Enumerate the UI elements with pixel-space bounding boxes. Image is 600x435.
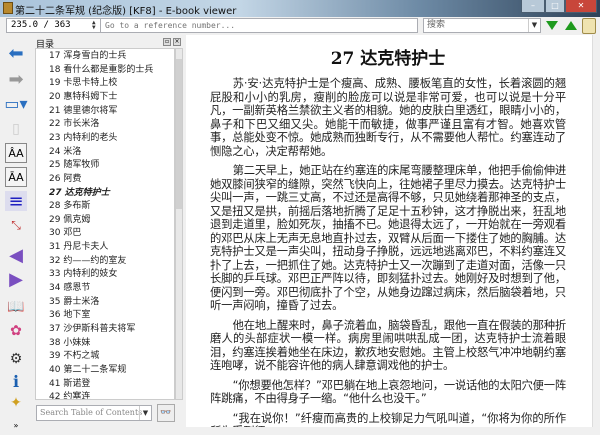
- reader-scrollbar[interactable]: [592, 35, 600, 427]
- toc-item[interactable]: 20 惠特科姆下士: [49, 91, 117, 104]
- toc-item[interactable]: 32 约——约的室友: [49, 255, 126, 268]
- paragraph: 第二天早上，她正站在约塞连的床尾弯腰整理床单，他把手偷偷伸进她双膝间狭窄的缝隙，…: [210, 164, 566, 312]
- toc-item[interactable]: 30 邓巴: [49, 227, 81, 240]
- binoculars-icon[interactable]: 👓: [157, 404, 175, 422]
- font-smaller-icon[interactable]: ĀA: [5, 167, 27, 187]
- toc-item[interactable]: 22 市长米洛: [49, 118, 99, 131]
- toc-item[interactable]: 38 小妹妹: [49, 337, 90, 350]
- toc-item[interactable]: 33 内特利的妓女: [49, 268, 117, 281]
- toc-list: 17 浑身雪白的士兵 18 看什么都是重影的士兵 19 卡思卡特上校 20 惠特科姆下…: [35, 48, 175, 400]
- font-larger-icon[interactable]: ÂA: [5, 143, 27, 163]
- back-icon[interactable]: ⬅: [5, 43, 27, 64]
- find-previous-icon[interactable]: [565, 21, 577, 30]
- copy-icon[interactable]: ▯: [5, 119, 27, 139]
- float-panel-icon[interactable]: ▫: [163, 38, 171, 46]
- toc-panel: 目录 ▫ × 17 浑身雪白的士兵 18 看什么都是重影的士兵 19 卡思卡特上校 2…: [33, 35, 183, 427]
- fullscreen-icon[interactable]: ⤡: [5, 215, 27, 235]
- toc-item[interactable]: 36 地下室: [49, 309, 90, 322]
- maximize-button[interactable]: □: [545, 0, 565, 13]
- toc-item[interactable]: 31 丹尼卡夫人: [49, 241, 108, 254]
- info-icon[interactable]: ℹ: [5, 371, 27, 391]
- toc-item[interactable]: 26 阿费: [49, 173, 81, 186]
- toc-search-combobox[interactable]: Search Table of Contents ▼: [36, 405, 152, 421]
- magic-wand-icon[interactable]: ✦: [5, 393, 27, 413]
- palette-icon[interactable]: ✿: [5, 321, 27, 341]
- position-value: 235.0 / 363: [11, 20, 71, 30]
- search-placeholder: 搜索: [427, 20, 446, 30]
- spin-arrows-icon[interactable]: ▲ ▼: [92, 20, 100, 31]
- search-combobox[interactable]: 搜索 ▼: [423, 18, 541, 33]
- bookmarks-icon[interactable]: ▭▾: [4, 93, 27, 113]
- reference-input[interactable]: [100, 18, 418, 33]
- toc-item[interactable]: 40 第二十二条军规: [49, 364, 126, 377]
- window-title: 第二十二条军规 (纪念版) [KF8] - E-book viewer: [15, 6, 237, 17]
- chevron-down-icon[interactable]: ▼: [528, 19, 540, 32]
- find-next-icon[interactable]: [546, 21, 558, 30]
- toc-item[interactable]: 23 内特利的老头: [49, 132, 117, 145]
- paragraph: “你想要他怎样？”邓巴躺在地上哀怨地问，一说话他的太阳穴便一阵阵跳痛，不由得身子…: [210, 378, 566, 406]
- forward-icon[interactable]: ➡: [5, 69, 27, 90]
- toolbar: 235.0 / 363 ▲▼ 搜索 ▼: [0, 17, 600, 35]
- reading-area: 27 达克特护士 苏·安·达克特护士是个瘦高、成熟、腰板笔直的女性，长着滚圆的翘…: [186, 35, 592, 427]
- toc-item[interactable]: 18 看什么都是重影的士兵: [49, 64, 153, 77]
- toc-item[interactable]: 37 沙伊斯科普夫将军: [49, 323, 135, 336]
- toc-item[interactable]: 28 多布斯: [49, 200, 90, 213]
- next-page-icon[interactable]: ▶: [5, 269, 27, 290]
- toc-item[interactable]: 34 感恩节: [49, 282, 90, 295]
- toc-item[interactable]: 17 浑身雪白的士兵: [49, 50, 126, 63]
- toc-item[interactable]: 35 爵士米洛: [49, 296, 99, 309]
- toc-item[interactable]: 19 卡思卡特上校: [49, 77, 117, 90]
- chapter-content: 27 达克特护士 苏·安·达克特护士是个瘦高、成熟、腰板笔直的女性，长着滚圆的翘…: [210, 47, 566, 427]
- position-spinbox[interactable]: 235.0 / 363 ▲ ▼: [6, 18, 102, 33]
- close-button[interactable]: ✕: [565, 0, 597, 13]
- chevron-down-icon[interactable]: ▼: [139, 406, 151, 420]
- toc-item[interactable]: 27 达克特护士: [49, 187, 110, 200]
- left-toolbar: ⬅ ➡ ▭▾ ▯ ÂA ĀA ≡ ⤡ ◀ ▶ 📖 ✿ ⚙ ℹ ✦ »: [0, 35, 32, 430]
- toc-search-placeholder: Search Table of Contents: [40, 408, 143, 417]
- close-panel-icon[interactable]: ×: [173, 38, 181, 46]
- paragraph: 苏·安·达克特护士是个瘦高、成熟、腰板笔直的女性，长着滚圆的翘屁股和小小的乳房，…: [210, 77, 566, 158]
- app-icon: [3, 2, 13, 14]
- toc-item[interactable]: 42 约塞连: [49, 391, 90, 399]
- toc-item[interactable]: 41 斯诺登: [49, 378, 90, 391]
- toc-item[interactable]: 39 不朽之城: [49, 350, 99, 363]
- toc-icon[interactable]: ≡: [5, 191, 27, 212]
- toc-item[interactable]: 21 德里德尔将军: [49, 105, 117, 118]
- paragraph: 他在地上醒来时，鼻子流着血，脑袋昏乱，跟他一直在假装的那种折磨人的头部症状一模一…: [210, 318, 566, 373]
- open-book-icon[interactable]: 📖: [5, 297, 27, 317]
- title-bar: 第二十二条军规 (纪念版) [KF8] - E-book viewer – □ …: [0, 0, 600, 17]
- paragraph: “我在说你！”纤瘦而高贵的上校铆足力气吼叫道，“你将为你的所作所为受到惩: [210, 411, 566, 428]
- chapter-title: 27 达克特护士: [330, 49, 446, 69]
- toc-item[interactable]: 29 佩克姆: [49, 214, 90, 227]
- reference-mode-icon[interactable]: [582, 18, 596, 34]
- toc-item[interactable]: 25 随军牧师: [49, 159, 99, 172]
- minimize-button[interactable]: –: [521, 0, 545, 13]
- toc-scrollbar[interactable]: [175, 48, 183, 400]
- settings-gears-icon[interactable]: ⚙: [5, 349, 27, 369]
- previous-page-icon[interactable]: ◀: [5, 245, 27, 266]
- toc-item[interactable]: 24 米洛: [49, 146, 81, 159]
- more-chevron-icon[interactable]: »: [5, 415, 27, 435]
